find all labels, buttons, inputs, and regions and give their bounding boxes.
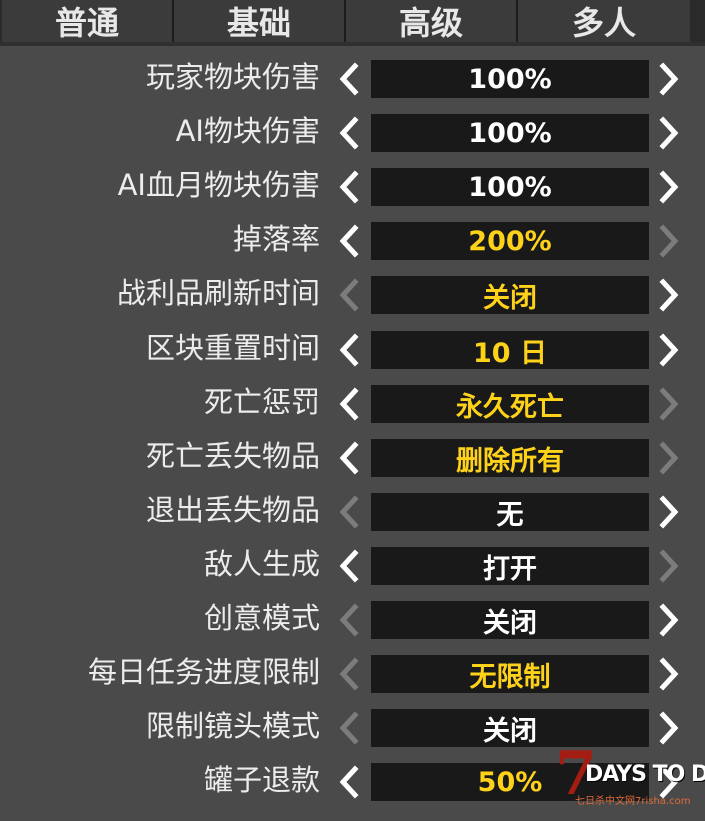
tab-basic[interactable]: 基础 <box>174 0 346 42</box>
setting-row: AI血月物块伤害 100% <box>0 160 705 214</box>
setting-value[interactable]: 10 日 <box>371 331 649 369</box>
setting-label: 掉落率 <box>232 222 320 256</box>
chevron-left-icon[interactable] <box>336 169 362 205</box>
chevron-left-icon[interactable] <box>336 386 362 422</box>
chevron-right-icon <box>656 386 682 422</box>
setting-label: 每日任务进度限制 <box>87 655 320 689</box>
chevron-left-icon <box>336 710 362 746</box>
setting-value[interactable]: 200% <box>371 222 649 260</box>
setting-label: 玩家物块伤害 <box>145 60 320 94</box>
setting-label: AI物块伤害 <box>175 114 320 148</box>
chevron-right-icon[interactable] <box>656 332 682 368</box>
setting-value[interactable]: 无 <box>371 493 649 531</box>
chevron-right-icon[interactable] <box>656 494 682 530</box>
setting-value[interactable]: 100% <box>371 168 649 206</box>
chevron-left-icon[interactable] <box>336 440 362 476</box>
chevron-left-icon <box>336 602 362 638</box>
chevron-right-icon[interactable] <box>656 710 682 746</box>
setting-label: 战利品刷新时间 <box>116 276 320 310</box>
chevron-right-icon[interactable] <box>656 115 682 151</box>
watermark-title: DAYS TO DIE <box>585 762 705 787</box>
chevron-right-icon[interactable] <box>656 61 682 97</box>
chevron-left-icon[interactable] <box>336 223 362 259</box>
chevron-left-icon[interactable] <box>336 115 362 151</box>
tab-bar: 普通 基础 高级 多人 <box>0 0 705 44</box>
setting-label: 限制镜头模式 <box>145 709 320 743</box>
setting-row: 限制镜头模式 关闭 <box>0 701 705 755</box>
chevron-right-icon[interactable] <box>656 169 682 205</box>
chevron-left-icon[interactable] <box>336 548 362 584</box>
setting-value[interactable]: 无限制 <box>371 655 649 693</box>
watermark-logo: 7 DAYS TO DIE 七日杀中文网7risha.com <box>555 742 705 812</box>
chevron-right-icon <box>656 548 682 584</box>
setting-value[interactable]: 删除所有 <box>371 439 649 477</box>
chevron-right-icon <box>656 440 682 476</box>
setting-row: 区块重置时间 10 日 <box>0 323 705 377</box>
setting-row: 敌人生成 打开 <box>0 539 705 593</box>
setting-label: 死亡惩罚 <box>203 385 320 419</box>
chevron-left-icon[interactable] <box>336 61 362 97</box>
setting-label: 退出丢失物品 <box>145 493 320 527</box>
tab-general[interactable]: 普通 <box>2 0 174 42</box>
setting-row: 死亡丢失物品 删除所有 <box>0 431 705 485</box>
setting-row: 死亡惩罚 永久死亡 <box>0 377 705 431</box>
setting-label: 死亡丢失物品 <box>145 439 320 473</box>
chevron-left-icon <box>336 494 362 530</box>
chevron-right-icon[interactable] <box>656 277 682 313</box>
setting-label: 创意模式 <box>203 601 320 635</box>
chevron-right-icon[interactable] <box>656 602 682 638</box>
chevron-left-icon <box>336 656 362 692</box>
tab-bar-divider <box>0 42 705 46</box>
setting-row: AI物块伤害 100% <box>0 106 705 160</box>
watermark-subtitle: 七日杀中文网7risha.com <box>575 796 691 807</box>
setting-value[interactable]: 永久死亡 <box>371 385 649 423</box>
setting-value[interactable]: 100% <box>371 114 649 152</box>
tab-advanced[interactable]: 高级 <box>346 0 518 42</box>
setting-value[interactable]: 关闭 <box>371 601 649 639</box>
setting-row: 掉落率 200% <box>0 214 705 268</box>
setting-label: 罐子退款 <box>203 763 320 797</box>
setting-row: 退出丢失物品 无 <box>0 485 705 539</box>
chevron-left-icon <box>336 277 362 313</box>
chevron-right-icon <box>656 223 682 259</box>
setting-value[interactable]: 关闭 <box>371 276 649 314</box>
chevron-left-icon[interactable] <box>336 332 362 368</box>
setting-label: 区块重置时间 <box>145 331 320 365</box>
chevron-right-icon[interactable] <box>656 656 682 692</box>
setting-value[interactable]: 关闭 <box>371 709 649 747</box>
setting-row: 每日任务进度限制 无限制 <box>0 647 705 701</box>
setting-value[interactable]: 打开 <box>371 547 649 585</box>
tab-multiplayer[interactable]: 多人 <box>518 0 690 42</box>
setting-label: AI血月物块伤害 <box>117 168 320 202</box>
setting-row: 创意模式 关闭 <box>0 593 705 647</box>
setting-value[interactable]: 100% <box>371 60 649 98</box>
setting-label: 敌人生成 <box>203 547 320 581</box>
chevron-left-icon[interactable] <box>336 764 362 800</box>
setting-row: 玩家物块伤害 100% <box>0 52 705 106</box>
setting-row: 战利品刷新时间 关闭 <box>0 268 705 322</box>
